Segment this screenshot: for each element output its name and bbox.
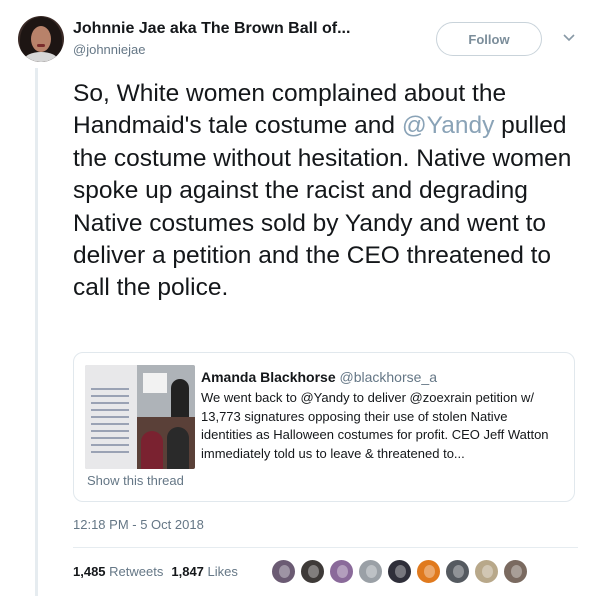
likes-label: Likes — [207, 564, 238, 579]
author-avatar[interactable] — [18, 16, 64, 62]
quoted-tweet-card[interactable]: Amanda Blackhorse @blackhorse_a We went … — [73, 352, 575, 502]
liker-avatar-6-icon[interactable] — [416, 559, 441, 584]
likes-count: 1,847 — [171, 564, 204, 579]
quoted-tweet-thumbnail — [85, 365, 195, 469]
likes-stat[interactable]: 1,847 Likes — [171, 564, 238, 579]
thread-line — [35, 68, 38, 596]
quoted-author-handle: @blackhorse_a — [339, 369, 438, 385]
liker-avatar-1-icon[interactable] — [271, 559, 296, 584]
tweet-text-part-2: pulled the costume without hesitation. N… — [73, 112, 572, 302]
retweets-stat[interactable]: 1,485 Retweets — [73, 564, 163, 579]
quoted-tweet-text: We went back to @Yandy to deliver @zoexr… — [201, 390, 549, 461]
tweet-text: So, White women complained about the Han… — [73, 78, 578, 305]
likers-avatars — [271, 559, 532, 585]
liker-avatar-2-icon[interactable] — [300, 559, 325, 584]
author-handle[interactable]: @johnniejae — [73, 42, 145, 57]
mention-link[interactable]: @Yandy — [402, 112, 495, 139]
retweets-label: Retweets — [109, 564, 164, 579]
liker-avatar-3-icon[interactable] — [329, 559, 354, 584]
show-thread-link[interactable]: Show this thread — [87, 473, 184, 488]
liker-avatar-9-icon[interactable] — [503, 559, 528, 584]
quoted-author: Amanda Blackhorse @blackhorse_a — [201, 369, 437, 385]
tweet-header: Johnnie Jae aka The Brown Ball of... @jo… — [18, 16, 584, 66]
quoted-author-name: Amanda Blackhorse — [201, 369, 336, 385]
liker-avatar-8-icon[interactable] — [474, 559, 499, 584]
tweet-stats: 1,485 Retweets 1,847 Likes — [73, 564, 238, 580]
liker-avatar-5-icon[interactable] — [387, 559, 412, 584]
liker-avatar-4-icon[interactable] — [358, 559, 383, 584]
author-name[interactable]: Johnnie Jae aka The Brown Ball of... — [73, 20, 350, 38]
retweets-count: 1,485 — [73, 564, 106, 579]
divider — [73, 547, 578, 548]
follow-button[interactable]: Follow — [436, 22, 542, 56]
chevron-down-icon[interactable] — [561, 30, 577, 46]
tweet-timestamp[interactable]: 12:18 PM - 5 Oct 2018 — [73, 517, 204, 532]
liker-avatar-7-icon[interactable] — [445, 559, 470, 584]
